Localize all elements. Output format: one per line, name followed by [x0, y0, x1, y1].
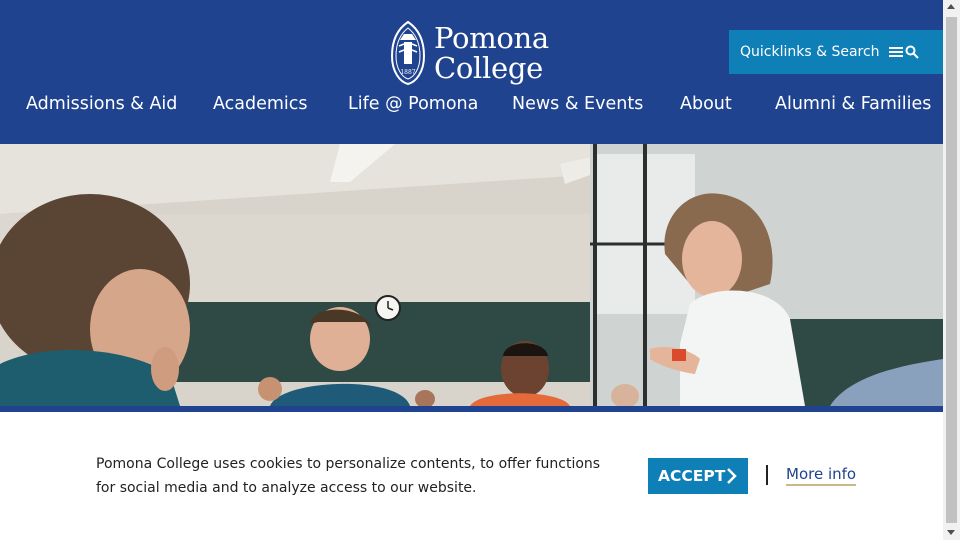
search-icon: [905, 45, 919, 59]
pomona-logo[interactable]: 1887 Pomona College: [390, 18, 560, 88]
menu-icon: [888, 47, 903, 57]
logo-line-2: College: [434, 51, 543, 85]
seal-year: 1887: [400, 69, 415, 76]
cookie-text: Pomona College uses cookies to personali…: [96, 456, 601, 496]
classroom-photo: [0, 144, 943, 406]
logo-wordmark: Pomona College: [434, 23, 549, 83]
logo-line-1: Pomona: [434, 21, 549, 55]
scrollbar-thumb[interactable]: [946, 17, 957, 523]
hero-image: [0, 144, 943, 406]
nav-item-alumni[interactable]: Alumni & Families: [775, 94, 931, 114]
more-info-link[interactable]: More info: [786, 465, 857, 486]
scroll-down-arrow-icon[interactable]: [947, 530, 955, 535]
site-header: 1887 Pomona College Quicklinks & Search: [0, 0, 943, 144]
nav-item-academics[interactable]: Academics: [213, 94, 308, 114]
chevron-right-icon: [727, 468, 737, 484]
quicklinks-icons: [888, 45, 919, 59]
main-nav: Admissions & Aid Academics Life @ Pomona…: [0, 94, 943, 124]
vertical-scrollbar[interactable]: [943, 0, 960, 540]
college-seal-icon: 1887: [390, 20, 426, 86]
nav-item-life[interactable]: Life @ Pomona: [348, 94, 478, 114]
scroll-up-arrow-icon[interactable]: [947, 4, 955, 9]
page: 1887 Pomona College Quicklinks & Search: [0, 0, 943, 540]
cookie-divider: [766, 465, 768, 485]
quicklinks-label: Quicklinks & Search: [740, 44, 880, 60]
accept-label: ACCEPT: [658, 467, 726, 485]
nav-item-news-events[interactable]: News & Events: [512, 94, 643, 114]
quicklinks-search-button[interactable]: Quicklinks & Search: [729, 30, 943, 74]
accept-button[interactable]: ACCEPT: [648, 458, 748, 494]
nav-item-admissions[interactable]: Admissions & Aid: [26, 94, 177, 114]
nav-item-about[interactable]: About: [680, 94, 732, 114]
